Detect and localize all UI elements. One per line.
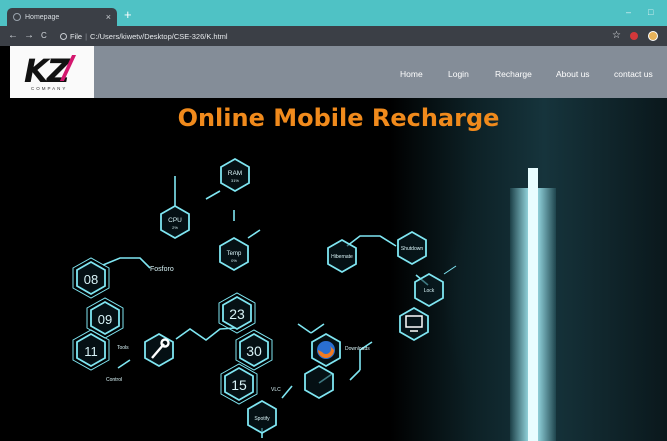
downloads-label[interactable]: Downloads — [345, 346, 370, 352]
nav-about-us[interactable]: About us — [556, 69, 590, 79]
monitor-hexagon — [399, 306, 429, 342]
close-icon[interactable]: × — [106, 12, 111, 22]
url-scheme-label: File — [70, 31, 83, 41]
nav-contact-us[interactable]: contact us — [614, 69, 653, 79]
tab-homepage[interactable]: Homepage × — [7, 8, 117, 26]
ram-value: 31% — [231, 178, 239, 183]
avatar[interactable] — [648, 31, 658, 41]
vlc-hexagon — [304, 364, 334, 400]
lock-icon — [443, 265, 457, 275]
ram-label: RAM — [228, 170, 242, 177]
tab-title: Homepage — [25, 13, 60, 21]
spotify-label[interactable]: Spotify — [254, 416, 270, 422]
url-separator: | — [85, 31, 88, 41]
star-icon[interactable]: ☆ — [612, 30, 621, 41]
logo-subtitle: COMPANY — [31, 86, 68, 91]
vlc-label[interactable]: VLC — [271, 387, 281, 393]
fosforo-label[interactable]: Fosforo — [150, 266, 174, 273]
cpu-label: CPU — [168, 217, 182, 224]
minimize-button[interactable]: – — [626, 7, 631, 17]
nav-recharge[interactable]: Recharge — [495, 69, 532, 79]
widget-number-15: 15 — [231, 377, 247, 393]
lock-label[interactable]: Lock — [424, 288, 435, 294]
temp-value: 0% — [231, 258, 237, 263]
desktop-widgets: RAM 31% CPU 2% Temp 0% Fosforo 08 09 11 … — [72, 157, 457, 438]
back-button[interactable]: ← — [8, 30, 18, 42]
extension-icon[interactable] — [630, 32, 638, 40]
globe-icon — [13, 13, 21, 21]
widget-number-23: 23 — [229, 306, 245, 322]
address-bar[interactable]: File | C:/Users/kiwetv/Desktop/CSE-326/K… — [56, 29, 596, 43]
hero-banner: Online Mobile Recharge RAM 31% CPU 2% Te… — [10, 98, 667, 441]
reload-button[interactable]: C — [41, 30, 47, 42]
url-text[interactable]: C:/Users/kiwetv/Desktop/CSE-326/K.html — [90, 32, 228, 41]
control-label[interactable]: Control — [106, 377, 122, 383]
browser-chrome: Homepage × + – □ ← → C File | C:/Users/k… — [0, 0, 667, 46]
browser-toolbar: ← → C File | C:/Users/kiwetv/Desktop/CSE… — [0, 26, 667, 46]
widget-number-30: 30 — [246, 343, 262, 359]
maximize-button[interactable]: □ — [648, 7, 653, 17]
hibernate-label[interactable]: Hibernate — [331, 254, 353, 260]
widget-number-09: 09 — [98, 312, 112, 327]
nav-home[interactable]: Home — [400, 69, 423, 79]
widget-number-08: 08 — [84, 272, 98, 287]
widget-number-11: 11 — [84, 344, 98, 359]
firefox-icon — [317, 341, 335, 359]
tab-strip: Homepage × + – □ — [0, 0, 667, 26]
tools-label[interactable]: Tools — [117, 345, 129, 351]
forward-button[interactable]: → — [24, 30, 34, 42]
shutdown-label[interactable]: Shutdown — [401, 246, 423, 252]
cpu-value: 2% — [172, 225, 178, 230]
info-icon[interactable] — [60, 32, 67, 40]
new-tab-button[interactable]: + — [124, 8, 132, 21]
nav-login[interactable]: Login — [448, 69, 469, 79]
temp-label: Temp — [227, 251, 242, 257]
logo-letters: KZ — [24, 52, 70, 90]
